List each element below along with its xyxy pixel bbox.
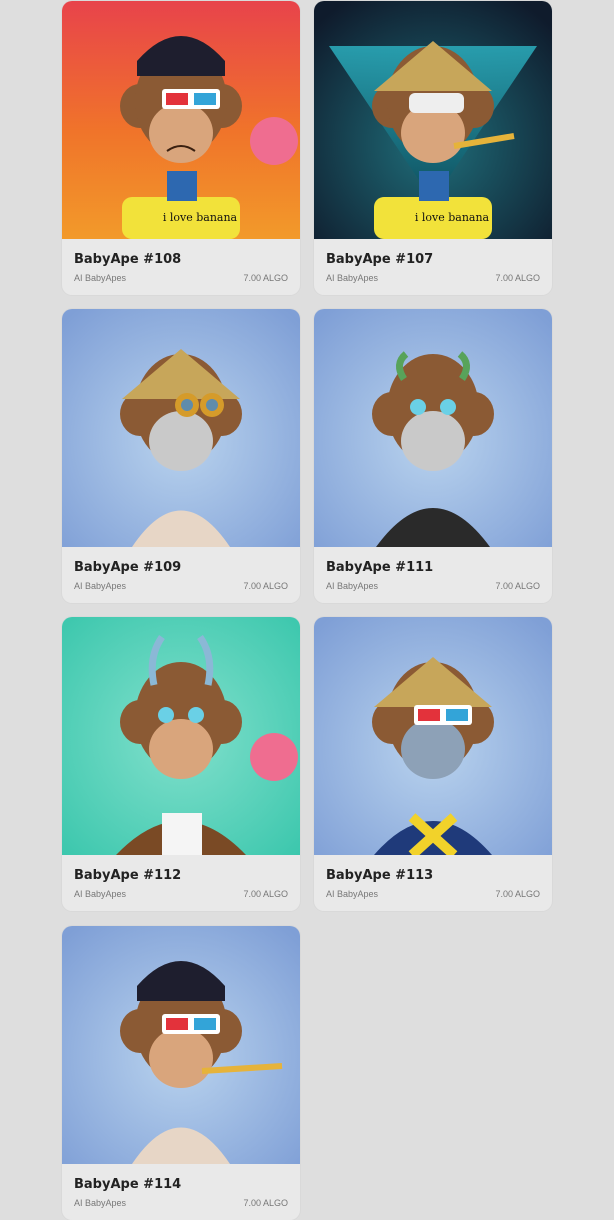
- nft-info: BabyApe #107 AI BabyApes 7.00 ALGO: [314, 239, 552, 295]
- collection-name: AI BabyApes: [74, 581, 127, 591]
- nft-price: 7.00 ALGO: [243, 273, 288, 283]
- nft-title[interactable]: BabyApe #113: [326, 868, 433, 883]
- nft-artwork[interactable]: [62, 617, 300, 855]
- collection-name: AI BabyApes: [74, 273, 127, 283]
- nft-card[interactable]: BabyApe #113 AI BabyApes 7.00 ALGO: [314, 617, 552, 911]
- nft-artwork[interactable]: [314, 617, 552, 855]
- nft-artwork[interactable]: [62, 926, 300, 1164]
- nft-title[interactable]: BabyApe #108: [74, 252, 181, 267]
- nft-price: 7.00 ALGO: [495, 581, 540, 591]
- nft-artwork[interactable]: i love banana: [314, 1, 552, 239]
- nft-info: BabyApe #113 AI BabyApes 7.00 ALGO: [314, 855, 552, 911]
- nft-info: BabyApe #114 AI BabyApes 7.00 ALGO: [62, 1164, 300, 1220]
- nft-card[interactable]: BabyApe #109 AI BabyApes 7.00 ALGO: [62, 309, 300, 603]
- nft-artwork[interactable]: i love banana: [62, 1, 300, 239]
- nft-price: 7.00 ALGO: [495, 889, 540, 899]
- nft-info: BabyApe #111 AI BabyApes 7.00 ALGO: [314, 547, 552, 603]
- nft-card[interactable]: BabyApe #114 AI BabyApes 7.00 ALGO: [62, 926, 300, 1220]
- shirt-text: i love banana: [163, 211, 238, 224]
- nft-info: BabyApe #112 AI BabyApes 7.00 ALGO: [62, 855, 300, 911]
- collection-name: AI BabyApes: [74, 889, 127, 899]
- collection-name: AI BabyApes: [326, 889, 379, 899]
- nft-artwork[interactable]: [62, 309, 300, 547]
- nft-title[interactable]: BabyApe #111: [326, 560, 433, 575]
- nft-artwork[interactable]: [314, 309, 552, 547]
- nft-title[interactable]: BabyApe #107: [326, 252, 433, 267]
- nft-info: BabyApe #109 AI BabyApes 7.00 ALGO: [62, 547, 300, 603]
- nft-price: 7.00 ALGO: [243, 889, 288, 899]
- nft-card[interactable]: BabyApe #112 AI BabyApes 7.00 ALGO: [62, 617, 300, 911]
- nft-price: 7.00 ALGO: [495, 273, 540, 283]
- collection-name: AI BabyApes: [326, 581, 379, 591]
- nft-info: BabyApe #108 AI BabyApes 7.00 ALGO: [62, 239, 300, 295]
- shirt-text: i love banana: [415, 211, 490, 224]
- nft-title[interactable]: BabyApe #112: [74, 868, 181, 883]
- nft-title[interactable]: BabyApe #114: [74, 1177, 181, 1192]
- nft-card[interactable]: i love banana BabyApe #107 AI BabyApes 7…: [314, 1, 552, 295]
- nft-price: 7.00 ALGO: [243, 581, 288, 591]
- collection-name: AI BabyApes: [326, 273, 379, 283]
- nft-card[interactable]: i love banana BabyApe #108 AI BabyApes 7…: [62, 1, 300, 295]
- nft-title[interactable]: BabyApe #109: [74, 560, 181, 575]
- nft-card[interactable]: BabyApe #111 AI BabyApes 7.00 ALGO: [314, 309, 552, 603]
